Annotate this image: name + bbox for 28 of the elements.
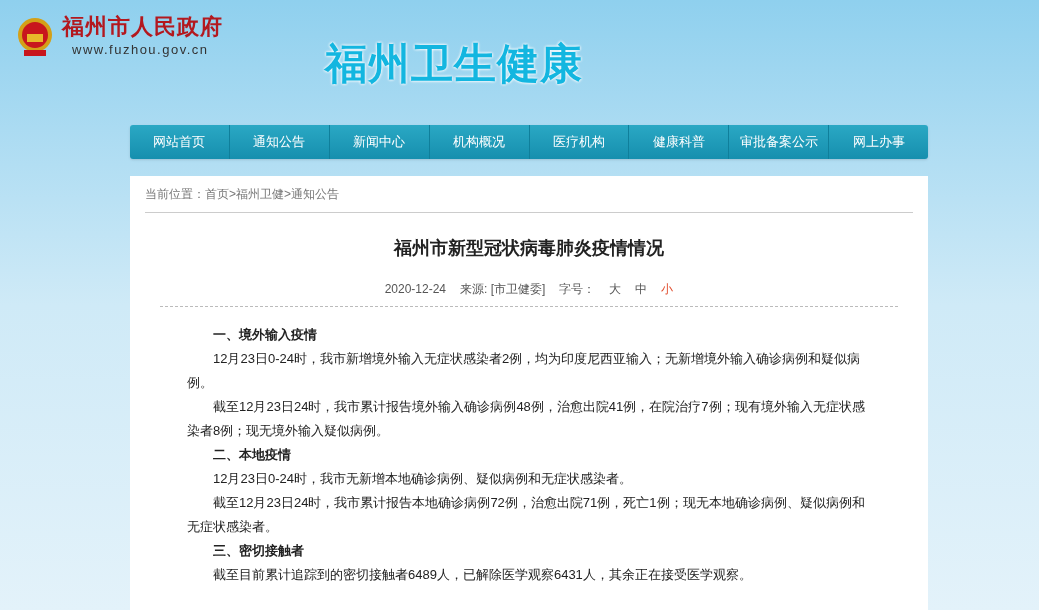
nav-link[interactable]: 审批备案公示 <box>728 125 829 159</box>
paragraph: 截至目前累计追踪到的密切接触者6489人，已解除医学观察6431人，其余正在接受医学观察。 <box>212 566 753 584</box>
paragraph: 12月23日0-24时，我市无新增本地确诊病例、疑似病例和无症状感染者。 <box>212 470 633 488</box>
nav-link[interactable]: 医疗机构 <box>528 125 629 159</box>
section-heading: 一、境外输入疫情 <box>212 326 318 344</box>
government-url: www.fuzhou.gov.cn <box>71 41 210 59</box>
nav-link[interactable]: 机构概况 <box>428 125 529 159</box>
paragraph: 12月23日0-24时，我市新增境外输入无症状感染者2例，均为印度尼西亚输入；无新增境外输入确诊病例和疑似病例。 <box>187 350 862 392</box>
nav-link[interactable]: 网上办事 <box>828 125 928 159</box>
breadcrumb: 当前位置：首页>福州卫健>通知公告 <box>145 186 340 203</box>
publish-date: 2020-12-24 <box>384 281 446 298</box>
font-size-option[interactable]: 中 <box>635 280 648 298</box>
section-heading: 三、密切接触者 <box>212 542 305 560</box>
font-size-option[interactable]: 小 <box>661 280 674 298</box>
nav-link[interactable]: 通知公告 <box>228 125 329 159</box>
article-source: 来源: [市卫健委] <box>460 281 546 298</box>
site-title: 福州卫生健康 <box>325 39 583 89</box>
section-heading: 二、本地疫情 <box>212 446 292 464</box>
nav-link[interactable]: 健康科普 <box>628 125 729 159</box>
article-title: 福州市新型冠状病毒肺炎疫情情况 <box>392 237 665 260</box>
paragraph: 截至12月23日24时，我市累计报告本地确诊病例72例，治愈出院71例，死亡1例；现无本地确诊病例、疑似病例和无症状感染者。 <box>187 494 866 536</box>
nav-link[interactable]: 新闻中心 <box>328 125 429 159</box>
font-size-label: 字号： <box>559 281 596 298</box>
emblem-icon <box>16 15 54 58</box>
nav-link[interactable]: 网站首页 <box>130 125 229 159</box>
font-size-option[interactable]: 大 <box>609 280 622 298</box>
government-name: 福州市人民政府 <box>62 14 223 40</box>
paragraph: 截至12月23日24时，我市累计报告境外输入确诊病例48例，治愈出院41例，在院治疗7例；现有境外输入无症状感染者8例；现无境外输入疑似病例。 <box>187 398 866 440</box>
